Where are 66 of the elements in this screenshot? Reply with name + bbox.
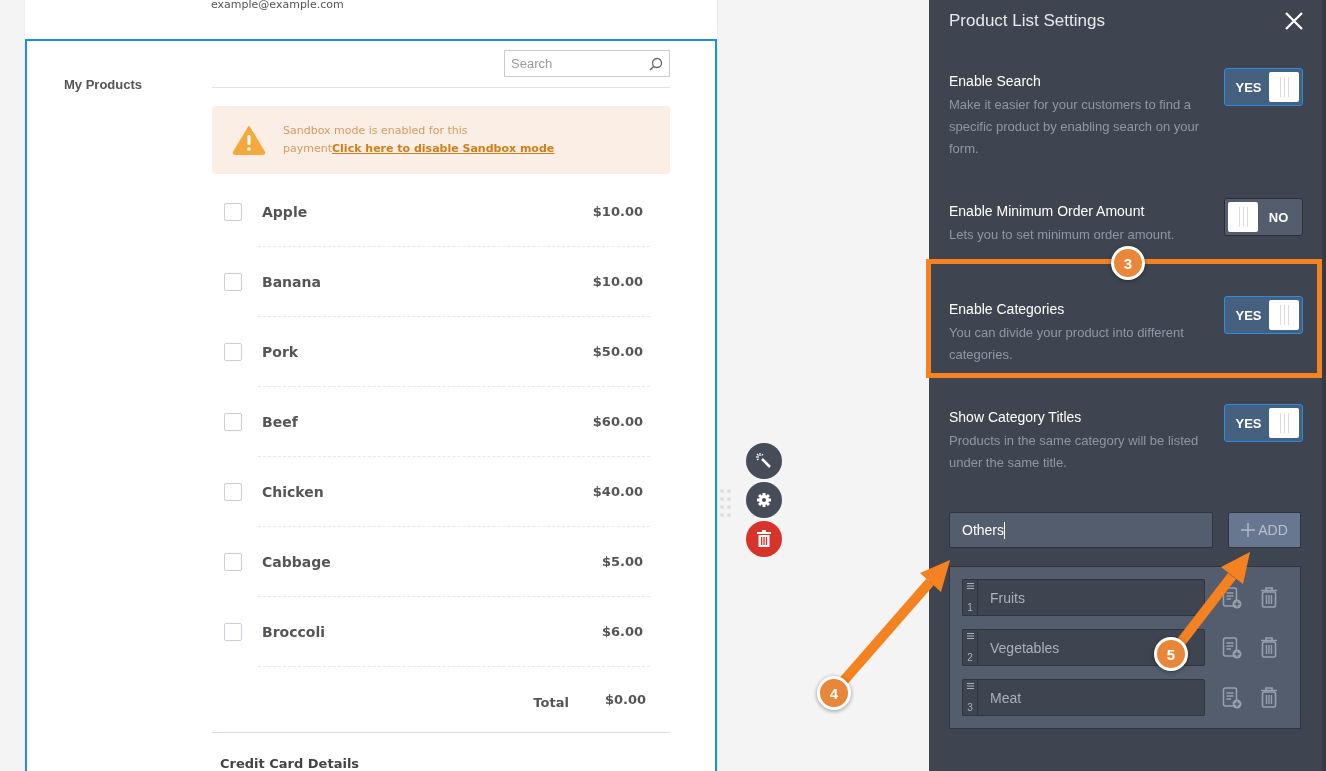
toggle-switch[interactable]: YES bbox=[1224, 404, 1303, 442]
product-name: Chicken bbox=[262, 483, 324, 500]
warning-icon bbox=[232, 125, 266, 155]
option-label: Enable Categories bbox=[949, 300, 1066, 318]
option-description: Lets you to set minimum order amount. bbox=[949, 226, 1176, 244]
gear-icon bbox=[756, 492, 772, 508]
trash-icon bbox=[757, 530, 771, 548]
option-description: Products in the same category will be listed under the same title. bbox=[949, 432, 1200, 472]
product-name: Cabbage bbox=[262, 553, 331, 570]
product-checkbox[interactable] bbox=[224, 623, 242, 641]
product-checkbox[interactable] bbox=[224, 203, 242, 221]
settings-button[interactable] bbox=[746, 482, 782, 518]
option-label: Enable Search bbox=[949, 72, 1042, 90]
product-name: Beef bbox=[262, 413, 298, 430]
magic-wand-icon bbox=[755, 452, 773, 470]
plus-icon bbox=[1241, 523, 1256, 537]
product-checkbox[interactable] bbox=[224, 483, 242, 501]
product-price: $6.00 bbox=[601, 624, 643, 639]
toggle-switch[interactable]: YES bbox=[1224, 68, 1303, 106]
product-name: Apple bbox=[262, 203, 308, 220]
product-price: $60.00 bbox=[592, 414, 643, 429]
option-description: Make it easier for your customers to find a specific product by enabling search on your form. bbox=[949, 96, 1201, 158]
product-price: $10.00 bbox=[592, 204, 643, 219]
toggle-switch[interactable]: YES bbox=[1224, 296, 1303, 334]
product-checkbox[interactable] bbox=[224, 413, 242, 431]
delete-button[interactable] bbox=[746, 521, 782, 557]
step-badge: 4 bbox=[817, 676, 851, 710]
search-field[interactable]: Search bbox=[504, 50, 670, 77]
trash-icon[interactable] bbox=[1260, 587, 1278, 608]
toggle-switch[interactable]: NO bbox=[1224, 198, 1303, 236]
product-price: $5.00 bbox=[601, 554, 643, 569]
category-name-field[interactable]: Meat bbox=[977, 679, 1205, 716]
product-price: $10.00 bbox=[592, 274, 643, 289]
add-document-icon[interactable] bbox=[1222, 636, 1243, 659]
disable-sandbox-link[interactable]: Click here to disable Sandbox mode bbox=[332, 142, 555, 155]
product-name: Pork bbox=[262, 343, 299, 360]
product-name: Banana bbox=[262, 273, 321, 290]
product-checkbox[interactable] bbox=[224, 273, 242, 291]
product-price: $40.00 bbox=[592, 484, 643, 499]
option-description: You can divide your product into different categories. bbox=[949, 324, 1185, 364]
drag-handle[interactable]: 3 bbox=[962, 679, 977, 716]
field-label: My Products bbox=[64, 77, 142, 92]
drag-handle[interactable]: 2 bbox=[962, 629, 977, 666]
option-label: Enable Minimum Order Amount bbox=[949, 202, 1146, 220]
product-checkbox[interactable] bbox=[224, 343, 242, 361]
add-button[interactable]: ADD bbox=[1228, 512, 1301, 548]
product-price: $50.00 bbox=[592, 344, 643, 359]
search-icon bbox=[649, 57, 663, 71]
total-amount: $0.00 bbox=[604, 692, 646, 707]
email-text: example@example.com bbox=[211, 0, 344, 10]
trash-icon[interactable] bbox=[1260, 687, 1278, 708]
add-document-icon[interactable] bbox=[1222, 586, 1243, 609]
drag-handle[interactable]: 1 bbox=[962, 579, 977, 616]
add-document-icon[interactable] bbox=[1222, 686, 1243, 709]
product-checkbox[interactable] bbox=[224, 553, 242, 571]
magic-wand-button[interactable] bbox=[746, 443, 782, 479]
panel-title: Product List Settings bbox=[949, 11, 1105, 31]
close-button[interactable] bbox=[1285, 12, 1303, 30]
total-label: Total bbox=[533, 695, 569, 710]
section-heading: Credit Card Details bbox=[219, 756, 361, 771]
category-name-field[interactable]: Fruits bbox=[977, 579, 1205, 616]
option-label: Show Category Titles bbox=[949, 408, 1083, 426]
trash-icon[interactable] bbox=[1260, 637, 1278, 658]
category-input[interactable]: Others bbox=[949, 512, 1213, 548]
sandbox-message: Sandbox mode is enabled for this paymentClick here to disable Sandbox mode bbox=[283, 123, 556, 157]
product-name: Broccoli bbox=[262, 623, 325, 640]
